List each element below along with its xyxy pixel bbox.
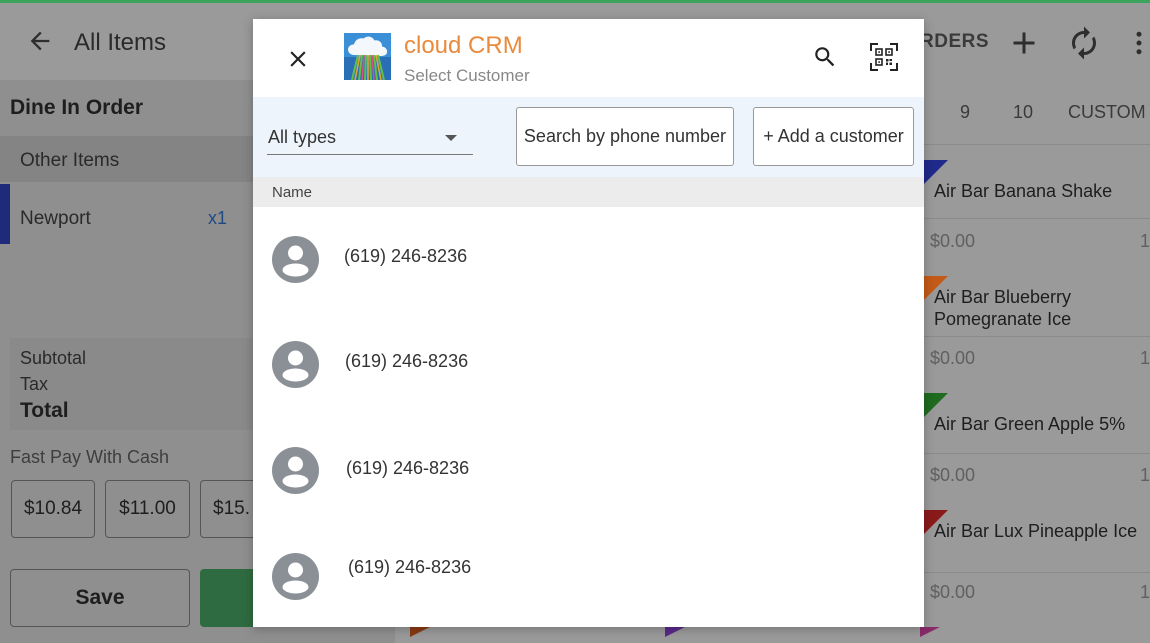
customer-phone: (619) 246-8236 [348,557,472,577]
customer-type-value: All types [268,127,337,147]
category-tab[interactable]: CUSTOM [1068,102,1146,123]
dialog-toolbar: All types Search by phone number + Add a… [253,97,924,177]
orders-tab[interactable]: RDERS [920,31,989,53]
order-item-name: Newport [20,208,91,229]
item-color-bar [0,184,10,244]
cash-option-button[interactable]: $10.84 [11,480,95,538]
add-icon[interactable] [1006,25,1042,61]
column-header-name: Name [272,184,313,201]
product-tile[interactable]: Air Bar Blueberry Pomegranate Ice $0.00 … [924,276,1150,396]
customer-row[interactable]: (619) 246-8236 [253,419,924,519]
search-by-phone-button[interactable]: Search by phone number [516,107,734,166]
divider [924,453,1150,454]
product-count: 1 [1140,348,1150,368]
product-tile[interactable]: Air Bar Green Apple 5% $0.00 1 [924,393,1150,493]
more-vert-icon[interactable] [1124,25,1150,61]
subtotal-label: Subtotal [20,348,87,368]
customer-phone: (619) 246-8236 [344,246,468,266]
product-count: 1 [1140,582,1150,602]
divider [924,144,1150,145]
search-icon[interactable] [812,44,838,70]
avatar-icon [272,341,319,388]
customer-list-header: Name [253,177,924,207]
customer-phone: (619) 246-8236 [346,458,470,478]
select-customer-dialog: cloud CRM Select Customer All types Sear… [253,19,924,627]
product-count: 1 [1140,465,1150,485]
order-item-qty: x1 [208,208,228,228]
back-arrow-icon[interactable] [26,27,54,55]
product-color-corner [920,627,940,637]
add-customer-button[interactable]: + Add a customer [753,107,914,166]
product-price: $0.00 [930,231,976,251]
customer-phone: (619) 246-8236 [345,351,469,371]
cloud-logo-icon [344,33,391,80]
product-color-corner [665,627,685,637]
product-price: $0.00 [930,465,976,485]
fast-pay-label: Fast Pay With Cash [10,447,170,467]
product-price: $0.00 [930,348,976,368]
customer-type-select[interactable]: All types [267,127,473,155]
customer-row[interactable]: (619) 246-8236 [253,313,924,413]
product-price: $0.00 [930,582,976,602]
product-tile[interactable]: Air Bar Lux Pineapple Ice $0.00 1 [924,510,1150,630]
divider [924,336,1150,337]
qr-scan-icon[interactable] [870,43,898,71]
product-color-corner [410,627,430,637]
product-name: Air Bar Blueberry Pomegranate Ice [934,287,1072,329]
close-icon[interactable] [285,46,311,72]
dialog-subtitle: Select Customer [404,66,530,85]
avatar-icon [272,447,319,494]
refresh-icon[interactable] [1066,25,1102,61]
tax-label: Tax [20,374,49,394]
product-name: Air Bar Lux Pineapple Ice [934,521,1138,541]
cash-option-button[interactable]: $11.00 [105,480,190,538]
product-count: 1 [1140,231,1150,251]
order-title: Dine In Order [10,96,144,119]
avatar-icon [272,553,319,600]
category-tab[interactable]: 9 [960,102,970,123]
divider [924,218,1150,219]
category-tab[interactable]: 10 [1013,102,1033,123]
dialog-header: cloud CRM Select Customer [253,19,924,97]
customer-row[interactable]: (619) 246-8236 [253,525,924,625]
app-title: All Items [74,29,167,56]
order-section-label: Other Items [20,150,120,171]
product-tile[interactable]: Air Bar Banana Shake $0.00 1 [924,160,1150,260]
total-label: Total [20,399,69,422]
product-name: Air Bar Green Apple 5% [934,414,1126,434]
customer-row[interactable]: (619) 246-8236 [253,209,924,309]
avatar-icon [272,236,319,283]
dropdown-arrow-icon [445,135,457,141]
divider [924,572,1150,573]
save-button[interactable]: Save [10,569,190,627]
product-name: Air Bar Banana Shake [934,181,1113,201]
dialog-title: cloud CRM [404,32,523,59]
